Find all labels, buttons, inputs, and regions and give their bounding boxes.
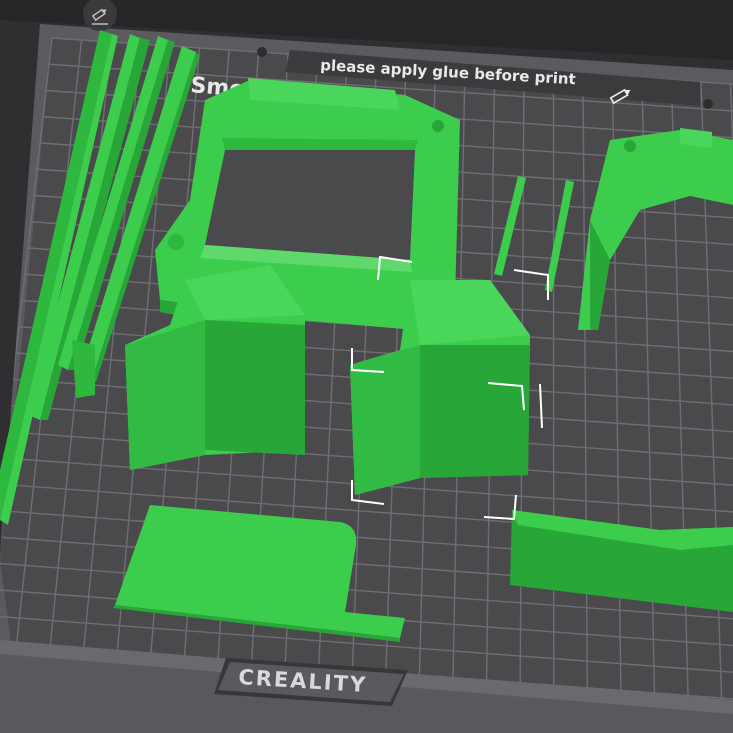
- 3d-viewport[interactable]: please apply glue before print Smooth PE…: [0, 0, 733, 733]
- build-plate-scene[interactable]: please apply glue before print Smooth PE…: [0, 0, 733, 733]
